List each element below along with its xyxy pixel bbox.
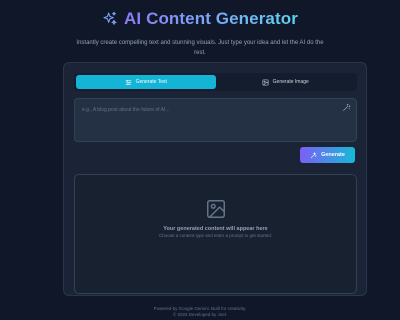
tab-label: Generate Text (135, 79, 167, 85)
content-type-tabs: Generate Text Generate Image (74, 73, 357, 91)
prompt-input[interactable]: e.g., A blog post about the future of AI… (74, 98, 357, 142)
page-title: AI Content Generator (124, 9, 298, 28)
image-placeholder-icon (207, 200, 225, 218)
output-empty-title: Your generated content will appear here (163, 226, 268, 232)
page-subtitle: Instantly create compelling text and stu… (76, 40, 324, 56)
generator-card: Generate Text Generate Image e.g., A blo… (63, 62, 367, 296)
prompt-placeholder: e.g., A blog post about the future of AI… (82, 107, 170, 113)
tab-generate-text[interactable]: Generate Text (76, 75, 216, 89)
footer-copyright: © 2025 Developed by Joel. (172, 312, 228, 317)
wand-sparkles-icon (310, 151, 317, 158)
sliders-icon (125, 79, 131, 85)
magic-wand-icon[interactable] (342, 103, 351, 112)
title-row: AI Content Generator (0, 8, 400, 30)
tab-label: Generate Image (272, 79, 309, 85)
image-icon (262, 79, 269, 85)
output-panel: Your generated content will appear here … (74, 174, 357, 294)
footer: Powered by Google Gemini. Built for crea… (0, 306, 400, 318)
generate-button[interactable]: Generate (300, 147, 355, 163)
generate-button-label: Generate (321, 152, 345, 158)
tab-generate-image[interactable]: Generate Image (216, 75, 356, 89)
sparkles-icon (103, 11, 117, 25)
header: AI Content Generator Instantly create co… (0, 8, 400, 58)
output-empty-subtitle: Choose a content type and enter a prompt… (158, 233, 273, 238)
